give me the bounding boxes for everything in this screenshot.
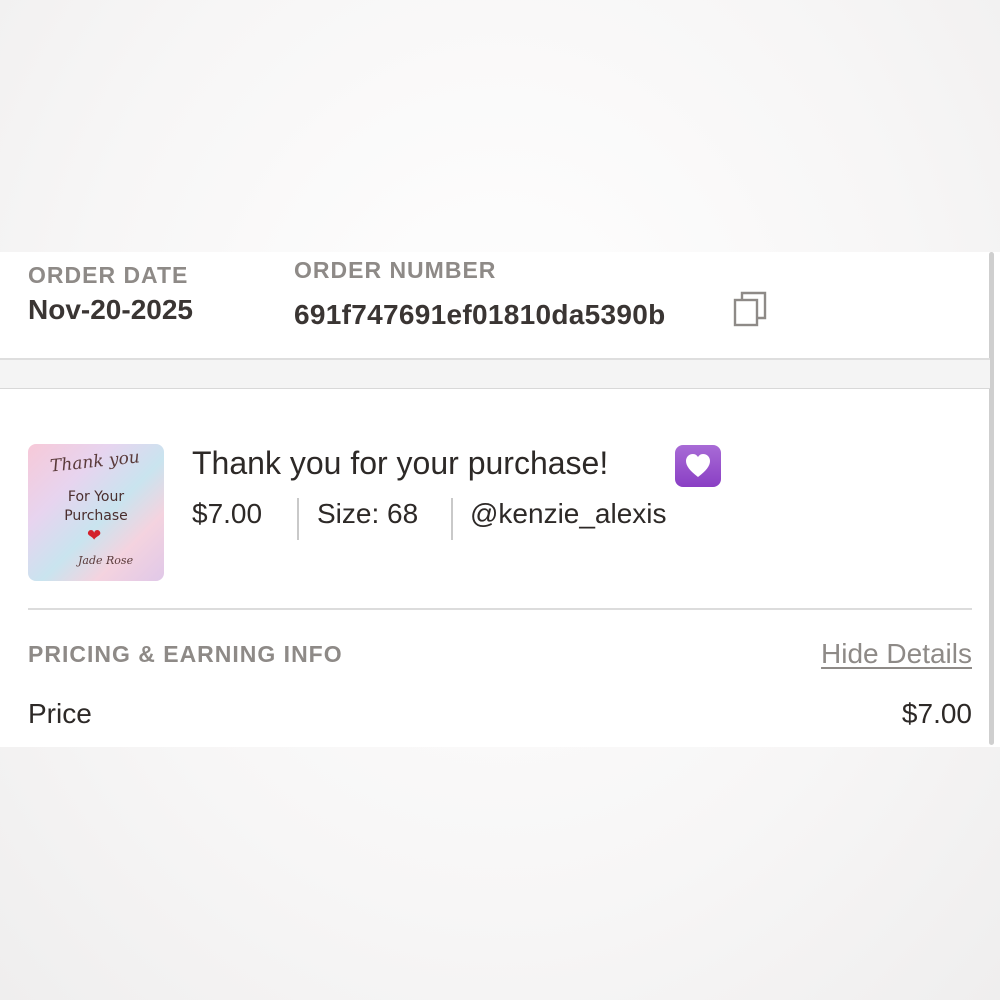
order-number-value: 691f747691ef01810da5390b	[294, 299, 666, 330]
seller-username-link[interactable]: @kenzie_alexis	[470, 498, 667, 530]
meta-separator	[451, 498, 453, 540]
thumbnail-line-for-your: For Your	[67, 489, 125, 505]
order-date-value: Nov-20-2025	[28, 294, 193, 325]
hide-details-link[interactable]: Hide Details	[821, 638, 972, 670]
thumbnail-line-purchase: Purchase	[64, 508, 128, 524]
order-details-card: ORDER DATE Nov-20-2025 ORDER NUMBER 691f…	[0, 252, 1000, 747]
copy-icon[interactable]	[732, 290, 770, 328]
heart-icon: ❤	[87, 526, 102, 545]
purple-heart-icon	[675, 445, 721, 487]
item-thumbnail[interactable]: Thank you For Your Purchase ❤ Jade Rose	[28, 444, 164, 581]
thumbnail-caption: For Your Purchase	[28, 488, 164, 526]
price-row-label: Price	[28, 698, 92, 729]
order-date-label: ORDER DATE	[28, 262, 189, 288]
meta-separator	[297, 498, 299, 540]
scrollbar[interactable]	[989, 252, 994, 745]
item-title[interactable]: Thank you for your purchase!	[192, 445, 608, 482]
pricing-section-label: PRICING & EARNING INFO	[28, 641, 343, 667]
section-gap	[0, 360, 990, 388]
order-number-label: ORDER NUMBER	[294, 257, 497, 283]
section-divider	[0, 388, 990, 389]
section-divider	[28, 608, 972, 610]
price-row-value: $7.00	[901, 698, 972, 729]
item-price: $7.00	[192, 498, 263, 529]
thumbnail-signature: Jade Rose	[78, 554, 134, 567]
thumbnail-thank-you-text: Thank you	[49, 447, 141, 477]
item-size: Size: 68	[317, 498, 419, 529]
